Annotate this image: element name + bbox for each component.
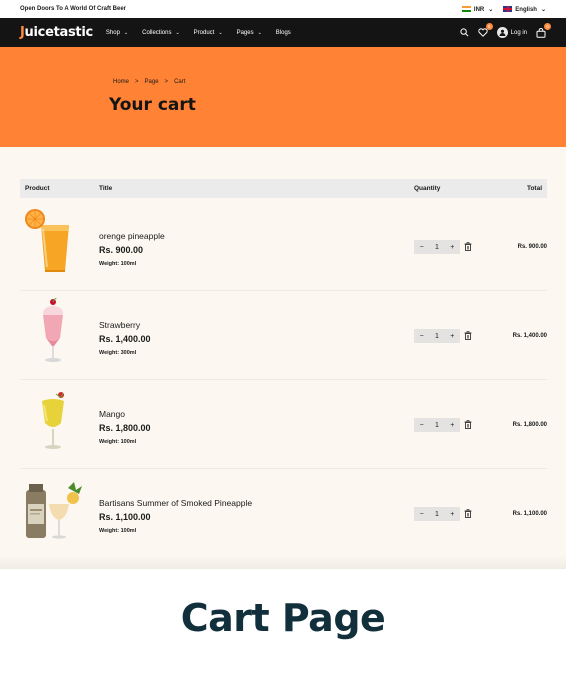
quantity-stepper: − 1 +	[414, 329, 460, 343]
product-price: Rs. 1,800.00	[99, 423, 151, 433]
login-button[interactable]: Log in	[496, 27, 527, 38]
cart-row: Bartisans Summer of Smoked Pineapple Rs.…	[20, 469, 547, 558]
quantity-value[interactable]: 1	[435, 333, 439, 340]
quantity-value[interactable]: 1	[435, 422, 439, 429]
cart-row: Strawberry Rs. 1,400.00 Weight: 300ml − …	[20, 291, 547, 380]
page-title: Your cart	[109, 95, 196, 115]
chevron-down-icon: ⌄	[540, 6, 546, 13]
cart-row: Mango Rs. 1,800.00 Weight: 100ml − 1 + R…	[20, 380, 547, 469]
chevron-down-icon: ⌄	[488, 6, 494, 13]
section-divider	[0, 555, 566, 569]
pineapple-cocktail-image[interactable]	[23, 476, 85, 542]
breadcrumb-separator: >	[164, 79, 169, 85]
wishlist-count-badge: 0	[485, 23, 493, 30]
product-weight: Weight: 100ml	[99, 261, 137, 267]
header-total: Total	[526, 185, 542, 192]
breadcrumb-separator: >	[135, 79, 139, 85]
footer-caption: Cart Page	[180, 596, 386, 640]
chevron-down-icon: ⌄	[175, 29, 180, 36]
chevron-down-icon: ⌄	[218, 29, 223, 36]
quantity-stepper: − 1 +	[414, 418, 460, 432]
quantity-value[interactable]: 1	[435, 511, 439, 518]
user-icon	[496, 27, 508, 38]
decrease-button[interactable]: −	[420, 333, 424, 340]
line-total: Rs. 1,800.00	[512, 422, 547, 428]
trash-icon[interactable]	[464, 420, 472, 429]
currency-selector[interactable]: INR ⌄	[461, 5, 494, 13]
product-title[interactable]: Strawberry	[99, 320, 140, 330]
increase-button[interactable]: +	[450, 333, 454, 340]
nav-blogs[interactable]: Blogs	[276, 30, 291, 36]
increase-button[interactable]: +	[450, 422, 454, 429]
line-total: Rs. 900.00	[517, 244, 547, 250]
product-title[interactable]: Mango	[99, 409, 125, 419]
cart-icon[interactable]: 0	[536, 22, 551, 38]
cart-table-header: Product Title Quantity Total	[20, 179, 547, 198]
mango-cocktail-image[interactable]	[23, 387, 85, 453]
strawberry-milkshake-image[interactable]	[23, 298, 85, 364]
breadcrumb: Home > Page > Cart	[113, 79, 185, 85]
increase-button[interactable]: +	[450, 511, 454, 518]
line-total: Rs. 1,100.00	[512, 511, 547, 517]
header-title: Title	[99, 185, 113, 192]
search-icon[interactable]	[460, 28, 469, 37]
decrease-button[interactable]: −	[420, 244, 424, 251]
nav-shop[interactable]: Shop ⌄	[106, 30, 128, 36]
product-price: Rs. 1,100.00	[99, 512, 151, 522]
product-weight: Weight: 100ml	[99, 528, 137, 534]
increase-button[interactable]: +	[450, 244, 454, 251]
product-price: Rs. 1,400.00	[99, 334, 151, 344]
product-title[interactable]: orenge pineapple	[99, 231, 165, 241]
orange-juice-image[interactable]	[23, 209, 85, 275]
decrease-button[interactable]: −	[420, 511, 424, 518]
breadcrumb-cart: Cart	[174, 79, 186, 85]
announcement-bar: Open Doors To A World Of Craft Beer INR ⌄…	[0, 0, 566, 18]
product-weight: Weight: 300ml	[99, 350, 137, 356]
india-flag-icon	[461, 5, 471, 12]
nav-collections[interactable]: Collections ⌄	[142, 30, 180, 36]
trash-icon[interactable]	[464, 509, 472, 518]
breadcrumb-home[interactable]: Home	[113, 79, 129, 85]
cart-count-badge: 0	[544, 22, 551, 30]
uk-flag-icon	[503, 5, 513, 12]
header-quantity: Quantity	[414, 185, 441, 192]
promo-text: Open Doors To A World Of Craft Beer	[20, 6, 127, 12]
cart-section: Product Title Quantity Total orenge pine…	[0, 147, 566, 568]
cart-row: orenge pineapple Rs. 900.00 Weight: 100m…	[20, 202, 547, 291]
site-logo[interactable]: Juicetastic	[20, 25, 93, 40]
quantity-stepper: − 1 +	[414, 240, 460, 254]
wishlist-icon[interactable]: 0	[477, 23, 493, 37]
decrease-button[interactable]: −	[420, 422, 424, 429]
quantity-stepper: − 1 +	[414, 507, 460, 521]
nav-pages[interactable]: Pages ⌄	[237, 30, 262, 36]
header-product: Product	[25, 185, 50, 192]
language-selector[interactable]: English ⌄	[503, 5, 546, 13]
trash-icon[interactable]	[464, 242, 472, 251]
product-weight: Weight: 100ml	[99, 439, 137, 445]
product-title[interactable]: Bartisans Summer of Smoked Pineapple	[99, 498, 252, 508]
nav-product[interactable]: Product ⌄	[194, 30, 223, 36]
quantity-value[interactable]: 1	[435, 244, 439, 251]
trash-icon[interactable]	[464, 331, 472, 340]
line-total: Rs. 1,400.00	[512, 333, 547, 339]
chevron-down-icon: ⌄	[123, 29, 129, 36]
product-price: Rs. 900.00	[99, 245, 144, 255]
main-navbar: Juicetastic Shop ⌄ Collections ⌄ Product ⌄ …	[0, 18, 566, 47]
page-hero: Home > Page > Cart Your cart	[0, 47, 566, 147]
breadcrumb-page[interactable]: Page	[145, 79, 159, 85]
chevron-down-icon: ⌄	[257, 29, 262, 36]
